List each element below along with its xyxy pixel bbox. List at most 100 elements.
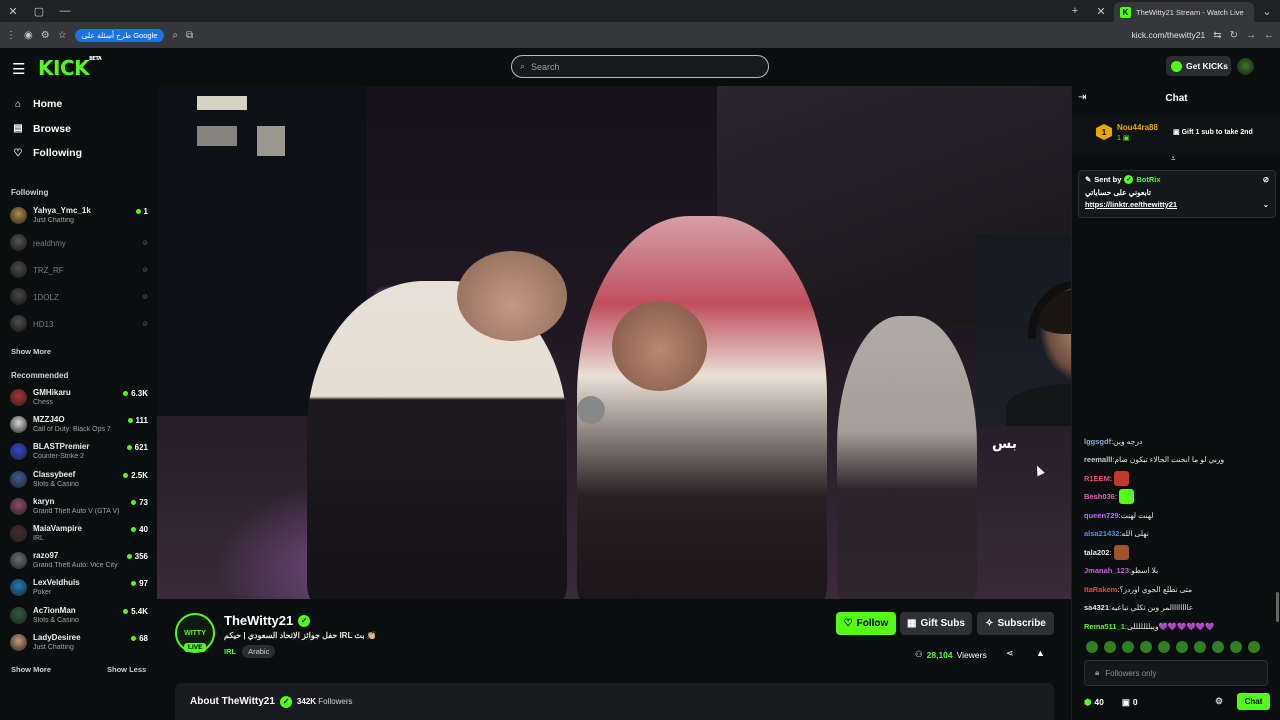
zoom-icon[interactable]: ⌕ (172, 30, 178, 41)
sidebar-channel[interactable]: MaiaVampire IRL 40 (10, 522, 148, 548)
sidebar-channel[interactable]: HD13 ⊘ (10, 312, 148, 338)
category-link[interactable]: IRL (224, 647, 236, 656)
person-center (577, 216, 827, 599)
emote-picker-item[interactable] (1176, 641, 1188, 653)
emote-picker-item[interactable] (1212, 641, 1224, 653)
search-input[interactable]: ⌕ Search (511, 55, 769, 78)
gift-subs-button[interactable]: ▦ Gift Subs (900, 612, 972, 635)
chat-username[interactable]: reemalll (1084, 455, 1112, 464)
emote-picker-item[interactable] (1158, 641, 1170, 653)
emote-picker-item[interactable] (1248, 641, 1260, 653)
avatar (10, 633, 27, 651)
chat-username[interactable]: Rema511_1 (1084, 622, 1125, 631)
live-dot-icon (127, 418, 133, 424)
top-gifter-name[interactable]: Nou44ra88 (1117, 123, 1158, 132)
sidebar-link-browse[interactable]: ▤ Browse (12, 123, 71, 135)
user-avatar[interactable] (1237, 58, 1254, 75)
send-chat-button[interactable]: Chat (1237, 693, 1270, 710)
face-center (612, 301, 707, 391)
language-tag[interactable]: Arabic (242, 645, 276, 658)
chat-username[interactable]: alsa21432 (1084, 529, 1119, 538)
bot-name[interactable]: BotRix (1136, 175, 1160, 184)
kick-logo[interactable]: KICKBETA (38, 56, 102, 80)
follow-button[interactable]: ♡ Follow (836, 612, 896, 635)
following-heading: Following (11, 188, 49, 197)
gift-cta[interactable]: ▣ Gift 1 sub to take 2nd (1173, 128, 1253, 136)
chat-settings-icon[interactable]: ⚙ (1215, 696, 1223, 707)
sidebar-channel[interactable]: realdhmy ⊘ (10, 231, 148, 257)
sidebar-channel[interactable]: TRZ_RF ⊘ (10, 258, 148, 284)
chat-username[interactable]: R1EEM (1084, 474, 1110, 483)
emote-picker-item[interactable] (1122, 641, 1134, 653)
site-settings-icon[interactable]: ⇆ (1213, 30, 1221, 41)
forward-icon[interactable]: → (1246, 30, 1256, 41)
extensions-icon[interactable]: ⚙ (41, 30, 50, 41)
unpin-icon[interactable]: ⊘ (1263, 175, 1269, 184)
get-kicks-label: Get KICKs (1186, 61, 1229, 71)
sidebar-link-following[interactable]: ♡ Following (12, 147, 82, 159)
channel-category: Grand Theft Auto: Vice City (33, 562, 118, 570)
install-app-icon[interactable]: ⧉ (186, 30, 193, 41)
sidebar-channel[interactable]: razo97 Grand Theft Auto: Vice City 356 (10, 549, 148, 575)
restore-window-icon[interactable]: ▢ (26, 5, 52, 18)
chat-username[interactable]: ItaRakem (1084, 585, 1117, 594)
report-icon[interactable]: ▲ (1036, 648, 1045, 658)
chat-username[interactable]: sa4321 (1084, 603, 1109, 612)
back-icon[interactable]: ← (1264, 30, 1274, 41)
sidebar-channel[interactable]: LadyDesiree Just Chatting 68 (10, 631, 148, 657)
minimize-window-icon[interactable]: — (52, 5, 78, 17)
sidebar-link-home[interactable]: ⌂ Home (12, 98, 62, 110)
chat-username[interactable]: tala202 (1084, 548, 1109, 557)
new-tab-icon[interactable]: + (1062, 5, 1088, 17)
gift-count[interactable]: ▣ 0 (1122, 697, 1138, 708)
chat-username[interactable]: lggsgdf (1084, 437, 1111, 446)
close-window-icon[interactable]: ✕ (0, 5, 26, 18)
page-scrollbar[interactable] (1276, 592, 1279, 622)
show-more-recommended[interactable]: Show More (11, 665, 51, 674)
emote-picker-item[interactable] (1230, 641, 1242, 653)
url-field[interactable]: kick.com/thewitty21 (1132, 30, 1206, 40)
sidebar-channel[interactable]: GMHikaru Chess 6.3K (10, 386, 148, 412)
menu-dots-icon[interactable]: ⋮ (6, 30, 16, 41)
sidebar-channel[interactable]: BLASTPremier Counter-Strike 2 621 (10, 440, 148, 466)
get-kicks-button[interactable]: Get KICKs (1166, 56, 1231, 76)
viewer-count: 2.5K (123, 471, 148, 480)
profile-avatar-icon[interactable]: ◉ (24, 30, 33, 41)
reload-icon[interactable]: ↻ (1230, 30, 1238, 41)
show-more-following[interactable]: Show More (11, 347, 51, 356)
video-player[interactable] (157, 86, 1071, 599)
sidebar-channel[interactable]: LexVeldhuis Poker 97 (10, 576, 148, 602)
google-lens-pill[interactable]: طرح أسئلة على Google (74, 28, 165, 42)
chat-username[interactable]: Jmanah_123 (1084, 566, 1129, 575)
expand-pinned-icon[interactable]: ⩡ (1171, 154, 1176, 164)
emote-picker-item[interactable] (1104, 641, 1116, 653)
sidebar-channel[interactable]: Yahya_Ymc_1k Just Chatting 1 (10, 204, 148, 230)
bookmark-star-icon[interactable]: ☆ (58, 30, 67, 41)
close-tab-icon[interactable]: ✕ (1088, 5, 1114, 18)
channel-name[interactable]: TheWitty21 (224, 613, 293, 628)
sidebar-channel[interactable]: Ac7ionMan Slots & Casino 5.4K (10, 604, 148, 630)
subscribe-button[interactable]: ✧ Subscribe (977, 612, 1054, 635)
tab-menu-icon[interactable]: ⌄ (1254, 5, 1280, 18)
sidebar-channel[interactable]: Classybeef Slots & Casino 2.5K (10, 468, 148, 494)
emote-picker-item[interactable] (1140, 641, 1152, 653)
search-icon: ⌕ (520, 61, 526, 71)
pinned-sender: ✎ Sent by ✓ BotRix ⊘ (1085, 175, 1269, 184)
emote-picker-item[interactable] (1194, 641, 1206, 653)
kicks-points[interactable]: ⬢ 40 (1084, 697, 1104, 708)
chat-input[interactable]: 🔒︎ Followers only (1084, 660, 1268, 686)
show-less[interactable]: Show Less (107, 665, 146, 674)
hamburger-menu-icon[interactable]: ☰ (12, 60, 25, 78)
sidebar-channel[interactable]: 1DOLZ ⊘ (10, 285, 148, 311)
share-icon[interactable]: ⋖ (1006, 648, 1014, 659)
channel-name: HD13 (33, 320, 54, 329)
pinned-link[interactable]: https://linktr.ee/thewitty21 ⌄ (1085, 200, 1269, 209)
active-tab[interactable]: K TheWitty21 Stream - Watch Live (1114, 2, 1254, 22)
chat-username[interactable]: Besh036 (1084, 492, 1115, 501)
sidebar-channel[interactable]: karyn Grand Theft Auto V (GTA V) 73 (10, 495, 148, 521)
sidebar-channel[interactable]: MZZJ4O Call of Duty: Black Ops 7 111 (10, 413, 148, 439)
chat-message: Besh036: (1084, 488, 1274, 507)
avatar (10, 234, 27, 251)
emote-picker-item[interactable] (1086, 641, 1098, 653)
chat-username[interactable]: queen729 (1084, 511, 1119, 520)
